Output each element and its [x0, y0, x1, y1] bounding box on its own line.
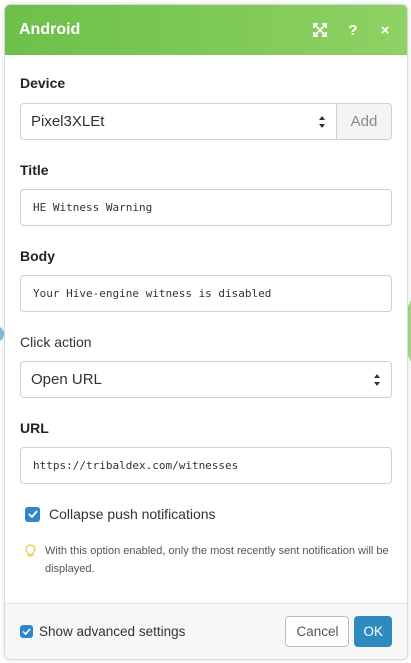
cancel-button[interactable]: Cancel: [285, 616, 350, 647]
expand-icon[interactable]: [313, 23, 329, 37]
collapse-hint: With this option enabled, only the most …: [25, 542, 392, 578]
lightbulb-icon: [25, 542, 37, 578]
collapse-label: Collapse push notifications: [49, 506, 216, 522]
check-icon: [27, 510, 38, 518]
advanced-checkbox[interactable]: [20, 625, 33, 638]
android-module-dialog: Android ? × Device Pixel3XLEt Add Title …: [4, 4, 408, 660]
dialog-title: Android: [19, 21, 81, 38]
device-select-group: Pixel3XLEt Add: [20, 103, 392, 140]
hint-text: With this option enabled, only the most …: [45, 545, 389, 575]
title-label: Title: [20, 162, 49, 178]
ok-button[interactable]: OK: [354, 616, 392, 647]
dialog-footer: Show advanced settings Cancel OK: [5, 603, 407, 659]
close-icon[interactable]: ×: [377, 23, 393, 38]
click-action-label: Click action: [20, 334, 92, 350]
select-arrows-icon: [319, 116, 325, 128]
add-device-button[interactable]: Add: [337, 103, 392, 140]
help-icon[interactable]: ?: [345, 23, 361, 38]
click-action-select-value: Open URL: [31, 371, 102, 388]
device-label: Device: [20, 75, 66, 91]
device-select[interactable]: Pixel3XLEt: [20, 103, 337, 140]
advanced-settings-toggle[interactable]: Show advanced settings: [20, 624, 285, 639]
advanced-settings-label: Show advanced settings: [39, 624, 186, 639]
device-select-value: Pixel3XLEt: [31, 113, 105, 130]
check-icon: [22, 628, 31, 635]
url-label: URL: [20, 420, 49, 436]
click-action-select[interactable]: Open URL: [20, 361, 392, 398]
dialog-header: Android ? ×: [5, 5, 407, 55]
body-input[interactable]: Your Hive-engine witness is disabled: [20, 275, 392, 312]
title-input[interactable]: HE Witness Warning: [20, 189, 392, 226]
body-label: Body: [20, 248, 55, 264]
dialog-body: Device Pixel3XLEt Add Title HE Witness W…: [5, 55, 407, 578]
header-actions: ? ×: [313, 23, 393, 38]
collapse-option[interactable]: Collapse push notifications: [25, 506, 392, 522]
url-input[interactable]: https://tribaldex.com/witnesses: [20, 447, 392, 484]
collapse-checkbox[interactable]: [25, 506, 40, 522]
select-arrows-icon: [374, 374, 380, 386]
